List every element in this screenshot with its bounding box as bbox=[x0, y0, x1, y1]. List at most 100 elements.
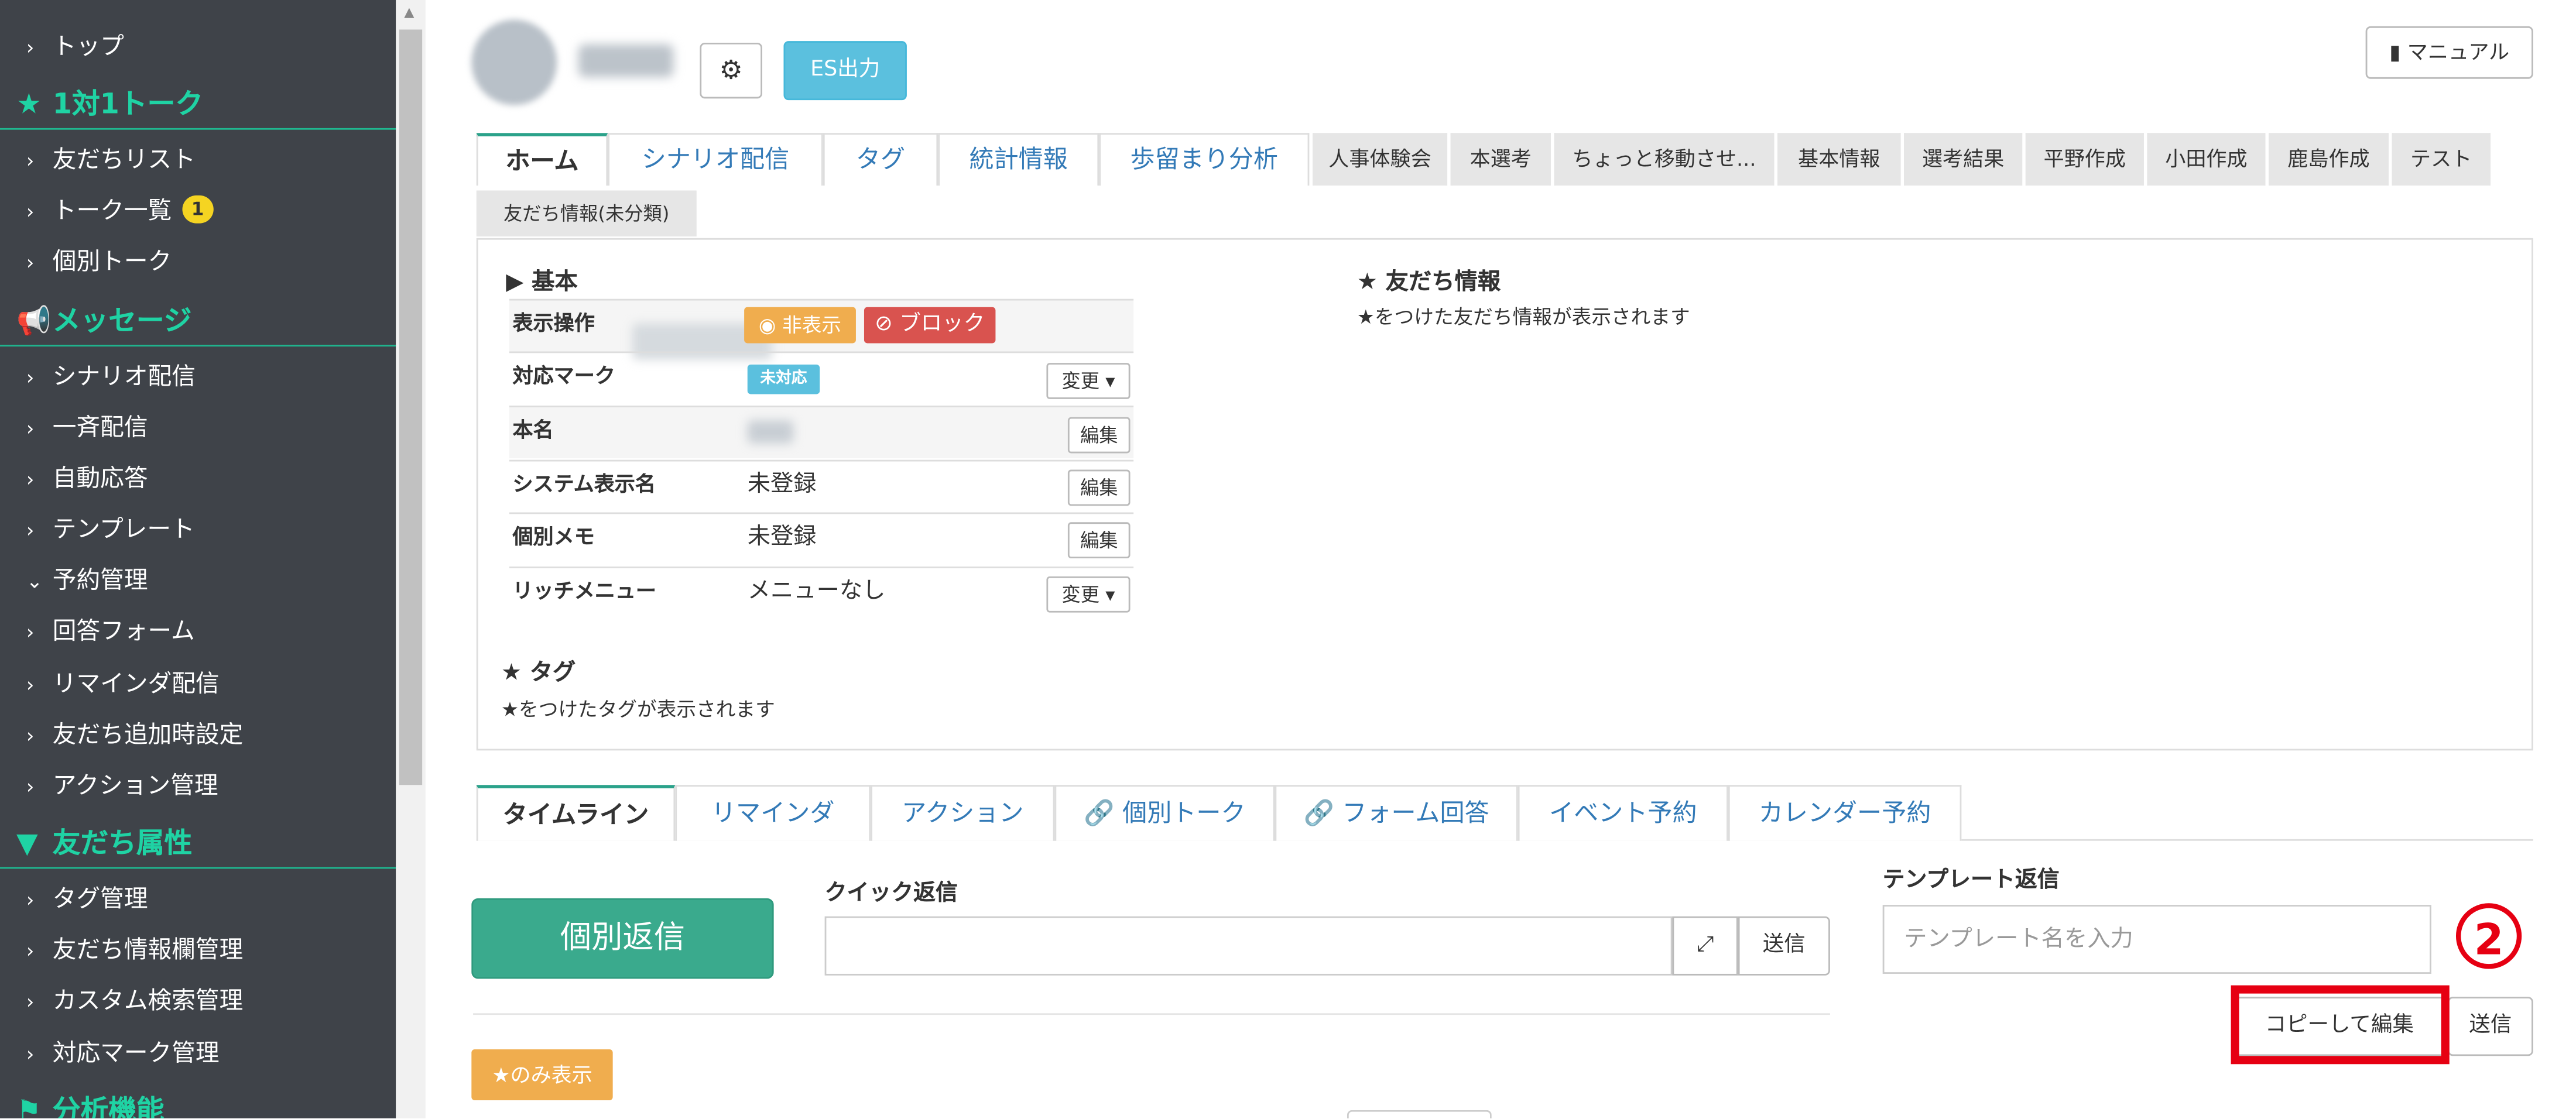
step-number-annotation: 2 bbox=[2455, 903, 2522, 969]
link-icon: 🔗 bbox=[1303, 798, 1334, 828]
chevron-right-icon: › bbox=[26, 724, 35, 747]
star-icon: ★ bbox=[16, 88, 42, 122]
manual-button[interactable]: ▮ マニュアル bbox=[2365, 26, 2533, 79]
sidebar-item-reservation[interactable]: ⌄ 予約管理 bbox=[0, 557, 396, 607]
sidebar-item-individual-talk[interactable]: › 個別トーク bbox=[0, 238, 396, 289]
sidebar-item-action[interactable]: › アクション管理 bbox=[0, 762, 396, 813]
caret-down-icon: ▾ bbox=[1105, 583, 1115, 606]
sidebar-item-template[interactable]: › テンプレート bbox=[0, 506, 396, 557]
friend-info-title: ★ 友だち情報 bbox=[1357, 265, 1501, 297]
megaphone-icon: 📢 bbox=[16, 305, 52, 339]
ban-icon: ⊘ bbox=[875, 312, 893, 337]
individual-reply-button[interactable]: 個別返信 bbox=[471, 898, 774, 979]
sidebar-item-label: 友だち追加時設定 bbox=[52, 722, 244, 749]
tag-section-title: ★ タグ bbox=[501, 655, 576, 688]
tab-basic-info[interactable]: 基本情報 bbox=[1777, 133, 1901, 186]
sidebar-scrollbar[interactable]: ▲ bbox=[396, 0, 426, 1118]
quick-reply-input[interactable] bbox=[824, 916, 1673, 976]
tab-hr-experience[interactable]: 人事体験会 bbox=[1312, 133, 1448, 186]
chevron-right-icon: › bbox=[26, 939, 35, 963]
sidebar-section-label: 1対1トーク bbox=[52, 88, 204, 122]
sidebar-item-friend-list[interactable]: › 友だちリスト bbox=[0, 136, 396, 187]
settings-button[interactable]: ⚙ bbox=[700, 42, 762, 99]
star-only-toggle[interactable]: ★のみ表示 bbox=[471, 1049, 613, 1101]
template-send-button[interactable]: 送信 bbox=[2447, 997, 2533, 1056]
quick-send-button[interactable]: 送信 bbox=[1738, 916, 1830, 976]
tab-friend-info-unclassified[interactable]: 友だち情報(未分類) bbox=[476, 190, 697, 237]
sidebar-item-mark-manage[interactable]: › 対応マーク管理 bbox=[0, 1029, 396, 1080]
tab-timeline[interactable]: タイムライン bbox=[476, 785, 676, 841]
tab-oda[interactable]: 小田作成 bbox=[2147, 133, 2266, 186]
sidebar-item-auto-reply[interactable]: › 自動応答 bbox=[0, 455, 396, 506]
tab-action[interactable]: アクション bbox=[871, 785, 1055, 841]
block-button[interactable]: ⊘ ブロック bbox=[864, 307, 996, 344]
unhandled-label: 未対応 bbox=[747, 364, 820, 394]
tab-reminder[interactable]: リマインダ bbox=[675, 785, 871, 841]
sidebar-item-label: 友だちリスト bbox=[52, 147, 196, 174]
tab-kashima[interactable]: 鹿島作成 bbox=[2269, 133, 2389, 186]
chevron-right-icon: › bbox=[26, 775, 35, 798]
sidebar-item-top[interactable]: › トップ bbox=[0, 23, 396, 74]
sidebar-item-custom-search[interactable]: › カスタム検索管理 bbox=[0, 977, 396, 1028]
row-key: リッチメニュー bbox=[512, 578, 657, 603]
tag-title-text: タグ bbox=[529, 660, 576, 686]
tab-hirano[interactable]: 平野作成 bbox=[2025, 133, 2144, 186]
sidebar-item-broadcast[interactable]: › 一斉配信 bbox=[0, 404, 396, 455]
tab-moved[interactable]: ちょっと移動させ... bbox=[1554, 133, 1775, 186]
sidebar-item-label: 予約管理 bbox=[52, 568, 148, 595]
row-system-name: システム表示名 未登録 bbox=[509, 459, 1134, 513]
scroll-up-icon[interactable]: ▲ bbox=[404, 5, 414, 19]
tab-scenario[interactable]: シナリオ配信 bbox=[608, 133, 823, 186]
row-key: 本名 bbox=[512, 417, 554, 442]
blurred-real-name bbox=[747, 420, 794, 444]
sidebar-item-label: 友だち情報欄管理 bbox=[52, 938, 244, 964]
tab-main-selection[interactable]: 本選考 bbox=[1450, 133, 1551, 186]
tab-tag[interactable]: タグ bbox=[823, 133, 938, 186]
es-export-button[interactable]: ES出力 bbox=[783, 41, 907, 101]
flag-icon: ⚑ bbox=[16, 1095, 42, 1118]
change-mark-button[interactable]: 変更 ▾ bbox=[1046, 363, 1131, 399]
sidebar-item-talk-list[interactable]: › トーク一覧 1 bbox=[0, 187, 396, 238]
tab-event-reservation[interactable]: イベント予約 bbox=[1517, 785, 1728, 841]
partial-element bbox=[1347, 1110, 1492, 1118]
sidebar-item-answer-form[interactable]: › 回答フォーム bbox=[0, 607, 396, 658]
sidebar-item-label: アクション管理 bbox=[52, 773, 218, 800]
reply-divider bbox=[473, 1013, 1830, 1015]
chevron-right-icon: › bbox=[26, 620, 35, 644]
tab-individual-talk[interactable]: 🔗 個別トーク bbox=[1054, 785, 1275, 841]
sidebar-item-reminder[interactable]: › リマインダ配信 bbox=[0, 660, 396, 711]
quick-reply-title: クイック返信 bbox=[824, 880, 958, 907]
row-key: 表示操作 bbox=[512, 310, 595, 335]
sidebar-item-tag-manage[interactable]: › タグ管理 bbox=[0, 876, 396, 926]
sidebar-item-label: テンプレート bbox=[52, 517, 195, 544]
tab-yield-analysis[interactable]: 歩留まり分析 bbox=[1099, 133, 1310, 186]
block-label: ブロック bbox=[899, 312, 985, 337]
tab-calendar-reservation[interactable]: カレンダー予約 bbox=[1728, 785, 1962, 841]
sidebar: › トップ ★ 1対1トーク › 友だちリスト › トーク一覧 1 › 個別トーク 📢 メッセ… bbox=[0, 0, 396, 1118]
scrollbar-thumb[interactable] bbox=[399, 29, 423, 785]
gear-icon: ⚙ bbox=[719, 54, 743, 85]
star-icon: ★ bbox=[1356, 269, 1378, 296]
change-rich-menu-button[interactable]: 変更 ▾ bbox=[1046, 576, 1131, 613]
chevron-right-icon: › bbox=[26, 468, 35, 491]
tab-home[interactable]: ホーム bbox=[476, 133, 608, 186]
sidebar-item-friend-add-settings[interactable]: › 友だち追加時設定 bbox=[0, 711, 396, 762]
row-value: 未登録 bbox=[747, 471, 817, 498]
hide-button[interactable]: ◉ 非表示 bbox=[744, 307, 856, 344]
tab-result[interactable]: 選考結果 bbox=[1904, 133, 2023, 186]
sidebar-item-scenario[interactable]: › シナリオ配信 bbox=[0, 353, 396, 404]
tab-stats[interactable]: 統計情報 bbox=[938, 133, 1099, 186]
unread-badge: 1 bbox=[181, 195, 214, 224]
edit-system-name-button[interactable]: 編集 bbox=[1067, 469, 1131, 506]
sidebar-section-label: メッセージ bbox=[52, 305, 192, 339]
chevron-down-icon: ⌄ bbox=[26, 569, 43, 593]
chevron-right-icon: › bbox=[26, 36, 35, 60]
expand-button[interactable]: ⤢ bbox=[1672, 916, 1738, 976]
tab-form-answer[interactable]: 🔗 フォーム回答 bbox=[1275, 785, 1518, 841]
edit-memo-button[interactable]: 編集 bbox=[1067, 522, 1131, 559]
template-search-input[interactable]: テンプレート名を入力 bbox=[1882, 905, 2431, 974]
sidebar-item-friend-info-manage[interactable]: › 友だち情報欄管理 bbox=[0, 926, 396, 977]
sidebar-item-label: 個別トーク bbox=[52, 249, 172, 276]
edit-real-name-button[interactable]: 編集 bbox=[1067, 417, 1131, 454]
tab-test[interactable]: テスト bbox=[2392, 133, 2491, 186]
